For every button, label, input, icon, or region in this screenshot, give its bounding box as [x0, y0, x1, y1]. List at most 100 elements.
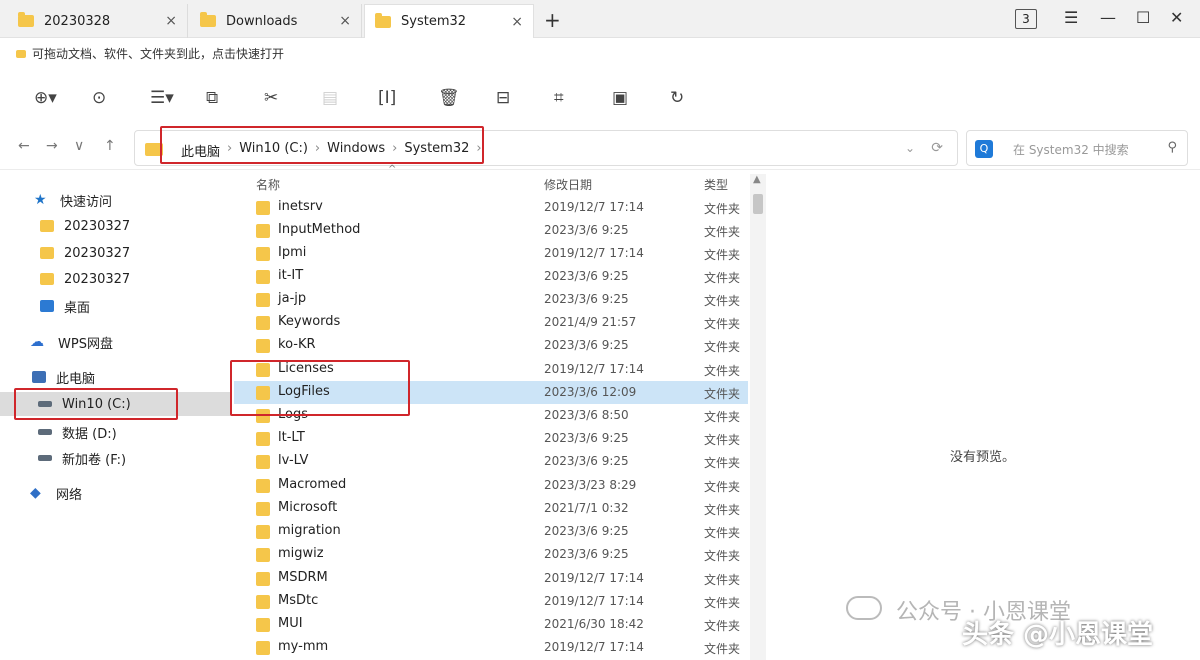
- crop-icon[interactable]: ⌗: [554, 88, 564, 108]
- file-name: Microsoft: [278, 500, 338, 515]
- scroll-thumb[interactable]: [753, 194, 763, 214]
- file-type: 文件夹: [704, 340, 741, 354]
- table-row[interactable]: MSDRM 2019/12/7 17:14 文件夹: [234, 567, 748, 590]
- back-button[interactable]: ←: [18, 138, 30, 154]
- column-header-date[interactable]: 修改日期: [544, 176, 592, 193]
- sidebar-item-label: 20230327: [64, 218, 131, 234]
- table-row[interactable]: my-mm 2019/12/7 17:14 文件夹: [234, 636, 748, 659]
- table-row[interactable]: migwiz 2023/3/6 9:25 文件夹: [234, 543, 748, 566]
- menu-icon[interactable]: ☰: [1064, 8, 1078, 27]
- table-row[interactable]: ja-jp 2023/3/6 9:25 文件夹: [234, 288, 748, 311]
- close-window-button[interactable]: ✕: [1170, 8, 1183, 27]
- column-header-type[interactable]: 类型: [704, 176, 728, 193]
- sidebar-item-label: 快速访问: [60, 194, 113, 210]
- table-row[interactable]: Microsoft 2021/7/1 0:32 文件夹: [234, 497, 748, 520]
- table-row[interactable]: ko-KR 2023/3/6 9:25 文件夹: [234, 334, 748, 357]
- file-name: Ipmi: [278, 245, 307, 260]
- file-type: 文件夹: [704, 317, 741, 331]
- close-icon[interactable]: ×: [339, 13, 351, 29]
- history-dropdown[interactable]: ∨: [74, 138, 84, 154]
- table-row[interactable]: MUI 2021/6/30 18:42 文件夹: [234, 613, 748, 636]
- table-row[interactable]: Keywords 2021/4/9 21:57 文件夹: [234, 311, 748, 334]
- cut-icon[interactable]: ✂: [264, 88, 278, 108]
- cloud-icon: ☁: [30, 334, 44, 350]
- wechat-logo-icon: [846, 596, 882, 620]
- file-date: 2019/12/7 17:14: [544, 362, 644, 376]
- folder-icon: [256, 247, 270, 261]
- refresh-icon[interactable]: ↻: [670, 88, 684, 108]
- search-box[interactable]: Q 在 System32 中搜索 ⚲: [966, 130, 1188, 166]
- file-date: 2023/3/6 9:25: [544, 269, 629, 283]
- sidebar-item-quick-access[interactable]: ★ 快速访问: [0, 188, 232, 212]
- table-row[interactable]: MsDtc 2019/12/7 17:14 文件夹: [234, 590, 748, 613]
- properties-icon[interactable]: ⊟: [496, 88, 510, 108]
- up-button[interactable]: ↑: [104, 138, 116, 154]
- file-date: 2021/6/30 18:42: [544, 617, 644, 631]
- file-date: 2019/12/7 17:14: [544, 640, 644, 654]
- scroll-up-icon[interactable]: ▲: [753, 174, 761, 185]
- rename-icon[interactable]: [I]: [378, 88, 396, 108]
- table-row[interactable]: lt-LT 2023/3/6 9:25 文件夹: [234, 427, 748, 450]
- table-row[interactable]: migration 2023/3/6 9:25 文件夹: [234, 520, 748, 543]
- file-type: 文件夹: [704, 549, 741, 563]
- vertical-scrollbar[interactable]: ▲: [750, 174, 766, 660]
- list-icon[interactable]: ☰▾: [150, 88, 174, 108]
- sidebar-item-folder[interactable]: 20230327: [0, 267, 232, 291]
- save-icon[interactable]: ▣: [612, 88, 628, 108]
- folder-icon: [256, 525, 270, 539]
- paste-icon[interactable]: ▤: [322, 88, 338, 108]
- view-icon[interactable]: ⊙: [92, 88, 106, 108]
- table-row[interactable]: Ipmi 2019/12/7 17:14 文件夹: [234, 242, 748, 265]
- minimize-button[interactable]: —: [1100, 8, 1116, 27]
- table-row[interactable]: Macromed 2023/3/23 8:29 文件夹: [234, 474, 748, 497]
- sidebar-item-label: 20230327: [64, 245, 131, 261]
- tab-system32[interactable]: System32 ×: [364, 4, 534, 38]
- sidebar-item-drive-d[interactable]: 数据 (D:): [0, 420, 232, 444]
- close-icon[interactable]: ×: [511, 14, 523, 30]
- window-count-badge[interactable]: 3: [1015, 9, 1037, 29]
- search-icon[interactable]: ⚲: [1167, 140, 1177, 155]
- folder-icon: [200, 12, 216, 27]
- sidebar-item-wps-cloud[interactable]: ☁ WPS网盘: [0, 330, 232, 354]
- file-date: 2023/3/6 12:09: [544, 385, 637, 399]
- folder-icon: [40, 247, 54, 259]
- highlight-box-logfiles: [230, 360, 410, 416]
- folder-icon: [375, 12, 391, 28]
- file-date: 2023/3/6 8:50: [544, 408, 629, 422]
- close-icon[interactable]: ×: [165, 13, 177, 29]
- file-name: lv-LV: [278, 453, 309, 468]
- tab-20230328[interactable]: 20230328 ×: [8, 4, 188, 38]
- file-name: ja-jp: [278, 291, 307, 306]
- table-row[interactable]: InputMethod 2023/3/6 9:25 文件夹: [234, 219, 748, 242]
- tab-downloads[interactable]: Downloads ×: [190, 4, 362, 38]
- column-header-name[interactable]: 名称: [256, 176, 280, 193]
- sidebar-item-desktop[interactable]: 桌面: [0, 294, 232, 318]
- tab-bar: 20230328 × Downloads × System32 × + 3 ☰ …: [0, 0, 1200, 38]
- folder-icon: [40, 273, 54, 285]
- sidebar-item-drive-f[interactable]: 新加卷 (F:): [0, 446, 232, 470]
- forward-button[interactable]: →: [46, 138, 58, 154]
- sidebar-item-folder[interactable]: 20230327: [0, 241, 232, 265]
- network-icon: ◆: [30, 485, 41, 501]
- sidebar-item-network[interactable]: ◆ 网络: [0, 481, 232, 505]
- new-tab-button[interactable]: +: [544, 8, 561, 32]
- folder-icon: [256, 502, 270, 516]
- file-list: 名称 ^ 修改日期 类型 inetsrv 2019/12/7 17:14 文件夹 I…: [234, 164, 766, 660]
- table-row[interactable]: it-IT 2023/3/6 9:25 文件夹: [234, 265, 748, 288]
- folder-icon: [256, 270, 270, 284]
- table-row[interactable]: lv-LV 2023/3/6 9:25 文件夹: [234, 450, 748, 473]
- file-name: ko-KR: [278, 337, 316, 352]
- folder-icon: [256, 548, 270, 562]
- refresh-icon[interactable]: ⟳: [931, 140, 943, 156]
- address-dropdown-icon[interactable]: ⌄: [905, 141, 915, 155]
- file-name: InputMethod: [278, 222, 361, 237]
- delete-icon[interactable]: 🗑: [438, 88, 460, 108]
- sidebar-item-this-pc[interactable]: 此电脑: [0, 365, 232, 389]
- folder-icon: [16, 50, 26, 58]
- table-row[interactable]: inetsrv 2019/12/7 17:14 文件夹: [234, 196, 748, 219]
- copy-icon[interactable]: ⧉: [206, 88, 218, 108]
- maximize-button[interactable]: ☐: [1136, 8, 1150, 27]
- folder-icon: [256, 201, 270, 215]
- new-icon[interactable]: ⊕▾: [34, 88, 57, 108]
- sidebar-item-folder[interactable]: 20230327: [0, 214, 232, 238]
